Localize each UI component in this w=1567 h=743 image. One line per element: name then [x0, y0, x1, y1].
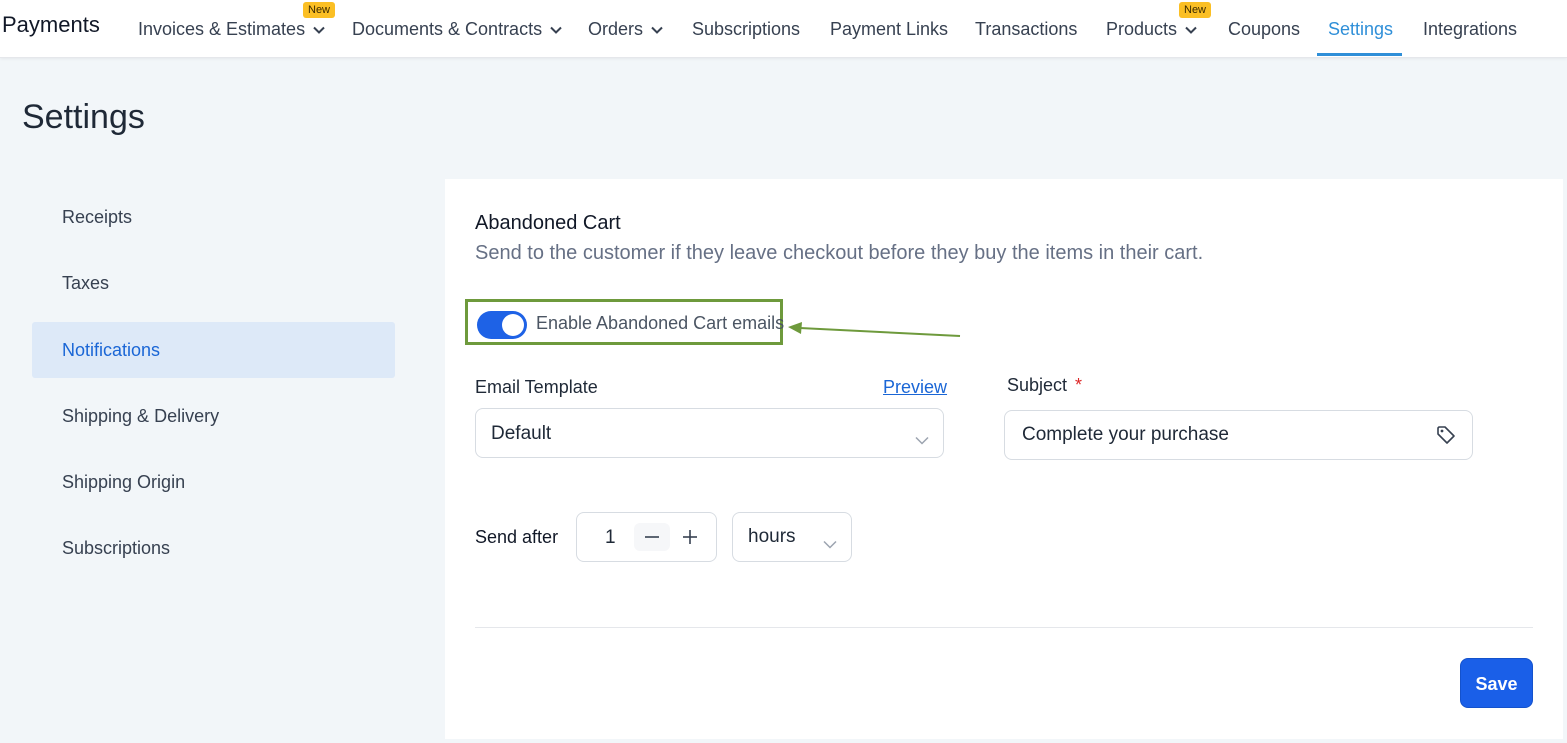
preview-link[interactable]: Preview — [883, 377, 947, 398]
sidebar-item-receipts[interactable]: Receipts — [32, 189, 395, 245]
nav-label: Products — [1106, 19, 1178, 39]
subject-value: Complete your purchase — [1022, 424, 1229, 445]
plus-icon — [683, 530, 697, 544]
nav-payment-links[interactable]: Payment Links — [830, 18, 948, 42]
nav-transactions[interactable]: Transactions — [975, 18, 1077, 42]
sidebar-item-label: Taxes — [62, 273, 110, 293]
tag-icon[interactable] — [1436, 425, 1456, 450]
sidebar-item-label: Receipts — [62, 207, 133, 227]
nav-label: Orders — [588, 19, 644, 39]
nav-documents-contracts[interactable]: Documents & Contracts — [352, 18, 562, 42]
toggle-knob — [502, 314, 524, 336]
sidebar-item-shipping-origin[interactable]: Shipping Origin — [32, 454, 395, 510]
chevron-down-icon — [550, 17, 562, 39]
sidebar-item-label: Subscriptions — [62, 538, 171, 558]
page-title: Settings — [22, 98, 145, 136]
nav-label: Settings — [1328, 19, 1394, 39]
sidebar-item-taxes[interactable]: Taxes — [32, 255, 395, 311]
sidebar-item-shipping-delivery[interactable]: Shipping & Delivery — [32, 388, 395, 444]
new-badge: New — [1179, 2, 1212, 18]
sidebar-item-subscriptions[interactable]: Subscriptions — [32, 520, 395, 576]
nav-settings[interactable]: Settings — [1328, 18, 1393, 42]
section-title: Abandoned Cart — [475, 212, 621, 234]
send-after-stepper[interactable]: 1 — [576, 512, 717, 562]
chevron-down-icon — [823, 533, 837, 555]
subject-input[interactable]: Complete your purchase — [1004, 410, 1473, 460]
divider — [475, 627, 1533, 628]
chevron-down-icon — [651, 17, 663, 39]
enable-abandoned-cart-toggle[interactable] — [477, 311, 527, 339]
nav-label: Payment Links — [830, 19, 949, 39]
email-template-value: Default — [491, 423, 552, 444]
nav-products[interactable]: Products — [1106, 18, 1197, 42]
send-after-value[interactable]: 1 — [605, 527, 616, 549]
abandoned-cart-card: Abandoned Cart Send to the customer if t… — [445, 179, 1563, 739]
sidebar-item-label: Shipping & Delivery — [62, 406, 220, 426]
save-button[interactable]: Save — [1460, 658, 1533, 708]
annotation-arrow-icon — [788, 322, 961, 337]
nav-subscriptions[interactable]: Subscriptions — [692, 18, 800, 42]
nav-coupons[interactable]: Coupons — [1228, 18, 1300, 42]
send-after-label: Send after — [475, 527, 559, 547]
send-after-unit-value: hours — [748, 526, 796, 547]
email-template-label: Email Template — [475, 377, 598, 397]
nav-label: Subscriptions — [692, 19, 801, 39]
nav-label: Transactions — [975, 19, 1078, 39]
minus-icon — [645, 536, 659, 538]
increment-button[interactable] — [672, 523, 708, 551]
nav-label: Documents & Contracts — [352, 19, 543, 39]
chevron-down-icon — [1185, 17, 1197, 39]
required-asterisk: * — [1075, 375, 1083, 395]
nav-label: Integrations — [1423, 19, 1518, 39]
decrement-button[interactable] — [634, 523, 670, 551]
subject-label-text: Subject — [1007, 375, 1068, 395]
sidebar-item-label: Shipping Origin — [62, 472, 186, 492]
section-description: Send to the customer if they leave check… — [475, 242, 1204, 264]
nav-orders[interactable]: Orders — [588, 18, 663, 42]
nav-invoices-estimates[interactable]: Invoices & Estimates — [138, 18, 325, 42]
top-nav: Payments Invoices & Estimates New Docume… — [0, 0, 1567, 58]
send-after-unit-select[interactable]: hours — [732, 512, 852, 562]
sidebar-item-label: Notifications — [62, 340, 161, 360]
nav-integrations[interactable]: Integrations — [1423, 18, 1517, 42]
new-badge: New — [303, 2, 336, 18]
toggle-highlight-box: Enable Abandoned Cart emails — [465, 299, 785, 345]
email-template-select[interactable]: Default — [475, 408, 944, 458]
subject-label: Subject * — [1007, 375, 1082, 396]
chevron-down-icon — [915, 429, 929, 451]
nav-label: Coupons — [1228, 19, 1301, 39]
sidebar-item-notifications[interactable]: Notifications — [32, 322, 395, 378]
chevron-down-icon — [313, 17, 325, 39]
app-title: Payments — [2, 12, 100, 37]
active-tab-indicator — [1317, 53, 1402, 56]
toggle-label: Enable Abandoned Cart emails — [536, 313, 785, 333]
nav-label: Invoices & Estimates — [138, 19, 306, 39]
